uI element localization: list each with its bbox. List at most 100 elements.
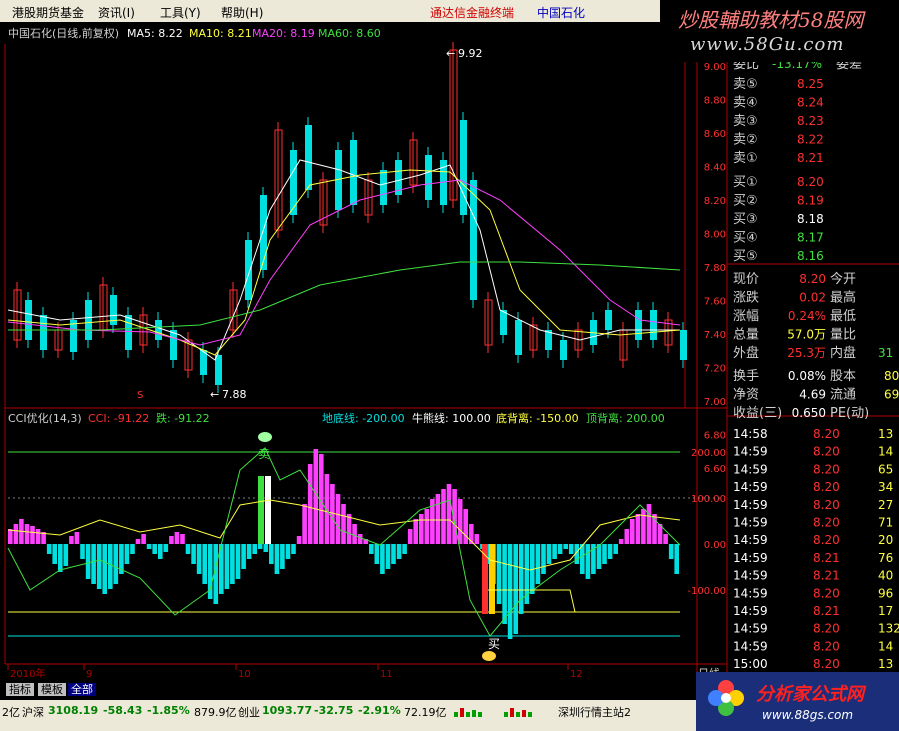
tick-volume: 34	[878, 480, 893, 494]
bid-price: 8.19	[797, 194, 824, 208]
tick-time: 14:59	[733, 445, 768, 459]
cci-bar	[13, 524, 19, 544]
cci-bar	[674, 544, 679, 574]
cci-bar	[235, 544, 241, 579]
cci-title: CCI优化(14,3)	[8, 411, 82, 425]
ask-price: 8.24	[797, 96, 824, 110]
stat-label: 现价	[733, 272, 759, 287]
tick-price: 8.20	[813, 622, 840, 636]
stat2-value: 0.08%	[788, 369, 826, 383]
cci-bar	[8, 529, 13, 544]
candle-body	[125, 315, 132, 350]
sh-index: 3108.19	[48, 704, 99, 717]
cci-bar	[457, 499, 463, 544]
candle-body	[680, 330, 687, 360]
cci-y-tick: 100.00	[691, 494, 726, 505]
x-tick-label: 2010年	[10, 667, 45, 680]
stat2-value: 4.69	[799, 388, 826, 402]
cci-bar	[630, 519, 635, 544]
tick-price: 8.20	[813, 498, 840, 512]
cci-bar	[302, 504, 307, 544]
sell-marker-label: 卖	[258, 447, 270, 461]
ma5-label: MA5: 8.22	[127, 27, 183, 40]
candle-body	[500, 310, 507, 335]
cci-bar	[407, 529, 413, 544]
cci-bar	[285, 544, 291, 559]
tick-volume: 71	[878, 516, 893, 530]
cci-bar	[646, 504, 652, 544]
cci-bar-highlight	[265, 476, 271, 544]
candle-body	[25, 300, 32, 340]
cci-bar	[602, 544, 607, 564]
tick-volume: 132	[878, 622, 899, 636]
bid-price: 8.18	[797, 212, 824, 226]
sh-amount: 879.9亿	[194, 706, 237, 719]
menu-help[interactable]: 帮助(H)	[221, 4, 263, 21]
cci-bar	[357, 534, 363, 544]
tick-time: 14:59	[733, 551, 768, 565]
cci-bar	[663, 534, 668, 544]
stat2-label: 换手	[733, 369, 759, 384]
bid-price: 8.17	[797, 231, 824, 245]
cci-bar	[585, 544, 591, 579]
cci-bar	[396, 544, 402, 559]
sell-signal-icon	[258, 432, 272, 442]
tick-price: 8.20	[813, 533, 840, 547]
server-name: 深圳行情主站2	[558, 706, 631, 719]
sh-pct: -1.85%	[147, 704, 190, 717]
menu-tools[interactable]: 工具(Y)	[160, 4, 201, 21]
cci-bar	[435, 494, 441, 544]
kline-y-tick: 7.20	[704, 364, 726, 375]
stat2-label-2: 流通	[830, 388, 856, 403]
stat-label: 外盘	[733, 345, 759, 361]
cci-bar	[391, 544, 396, 564]
cy-label: 创业	[238, 706, 260, 719]
candle-body	[290, 150, 297, 215]
ask-price: 8.21	[797, 151, 824, 165]
cci-bar	[596, 544, 602, 569]
candle-body	[425, 155, 432, 200]
tab-all[interactable]: 全部	[68, 683, 96, 696]
tab-indicator[interactable]: 指标	[6, 683, 34, 696]
cci-bar	[496, 544, 502, 604]
bid-level-label: 买⑤	[733, 249, 758, 264]
bid-level-label: 买①	[733, 175, 758, 190]
cci-bar	[202, 544, 207, 584]
tick-volume: 40	[878, 569, 893, 583]
stock-chart[interactable]: 中国石化(日线,前复权) MA5: 8.22 MA10: 8.21 MA20: …	[0, 22, 899, 682]
cci-bar	[52, 544, 57, 564]
tick-time: 14:59	[733, 516, 768, 530]
menu-hk-futures-funds[interactable]: 港股期货基金	[12, 4, 84, 21]
candle-body	[350, 140, 357, 205]
candle-body	[245, 240, 252, 300]
cci-bar	[274, 544, 280, 574]
menu-info[interactable]: 资讯(I)	[98, 4, 135, 21]
cci-bar	[163, 544, 169, 552]
tick-price: 8.20	[813, 445, 840, 459]
tab-template[interactable]: 模板	[38, 683, 66, 696]
cci-y-tick: -100.00	[687, 586, 726, 597]
cci-bar	[513, 544, 518, 634]
cy-pct: -2.91%	[358, 704, 401, 717]
cci-bar	[180, 534, 185, 544]
ask-level-label: 卖②	[733, 133, 758, 148]
cci-bull: 牛熊线: 100.00	[412, 411, 491, 425]
cci-bar	[263, 544, 269, 552]
stat-value: 57.0万	[787, 328, 826, 342]
cci-floor: 地底线: -200.00	[322, 411, 405, 425]
tick-price: 8.20	[813, 516, 840, 530]
cci-bar	[224, 544, 230, 589]
cci-bar	[568, 544, 574, 554]
cci-bar	[618, 539, 624, 544]
x-tick-label: 12	[570, 669, 583, 680]
logo-title: 分析家公式网	[756, 684, 864, 705]
tick-volume: 13	[878, 657, 893, 671]
cci-bar	[74, 532, 80, 544]
stat-value-2: 31	[878, 346, 893, 360]
terminal-name: 通达信金融终端	[430, 6, 515, 20]
stat2-label-2: 股本	[830, 369, 856, 384]
cci-bar	[91, 544, 96, 584]
stat-label: 涨跌	[733, 290, 759, 306]
cci-bar	[441, 489, 446, 544]
bid-price: 8.20	[797, 175, 824, 189]
